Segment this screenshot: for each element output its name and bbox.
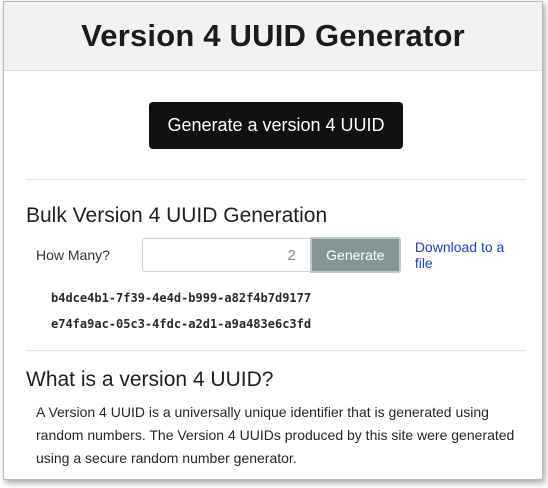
generate-uuid-button[interactable]: Generate a version 4 UUID (149, 101, 403, 149)
bulk-section: Bulk Version 4 UUID Generation How Many?… (26, 180, 526, 351)
browser-window: Version 4 UUID Generator Generate a vers… (3, 1, 543, 480)
bulk-controls: How Many? Generate Download to a file (26, 237, 526, 273)
primary-section: Generate a version 4 UUID (26, 71, 526, 180)
download-link[interactable]: Download to a file (415, 239, 526, 271)
uuid-item: e74fa9ac-05c3-4fdc-a2d1-a9a483e6c3fd (51, 317, 312, 331)
about-section: What is a version 4 UUID? A Version 4 UU… (26, 351, 526, 470)
page-title: Version 4 UUID Generator (81, 18, 465, 53)
uuid-list: b4dce4b1-7f39-4e4d-b999-a82f4b7d9177 e74… (26, 285, 526, 337)
page-header: Version 4 UUID Generator (4, 2, 542, 71)
how-many-label: How Many? (36, 247, 110, 263)
uuid-item: b4dce4b1-7f39-4e4d-b999-a82f4b7d9177 (51, 291, 312, 305)
bulk-generate-button[interactable]: Generate (309, 237, 401, 273)
about-heading: What is a version 4 UUID? (26, 368, 274, 391)
bulk-heading: Bulk Version 4 UUID Generation (26, 204, 328, 227)
about-text: A Version 4 UUID is a universally unique… (36, 404, 515, 466)
count-input[interactable] (141, 238, 310, 272)
